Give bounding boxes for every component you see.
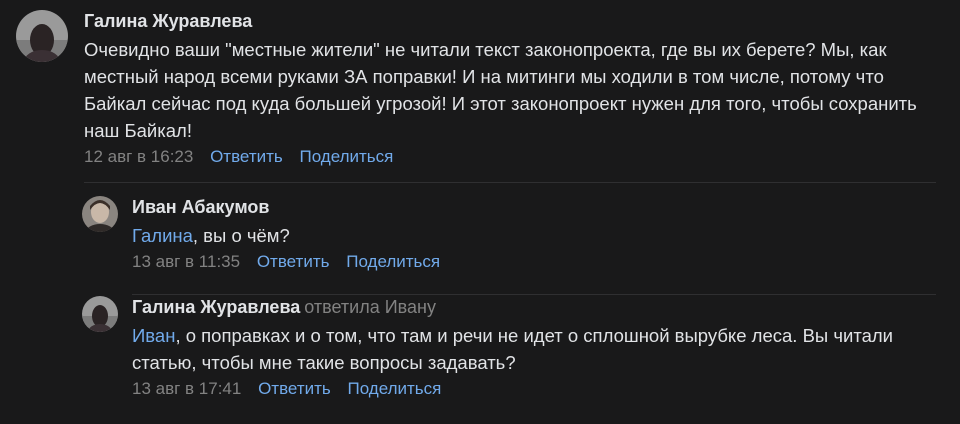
comment-date[interactable]: 13 авг в 17:41: [132, 379, 241, 398]
share-button[interactable]: Поделиться: [347, 379, 441, 398]
comment-date[interactable]: 12 авг в 16:23: [84, 147, 193, 166]
reply-button[interactable]: Ответить: [257, 252, 330, 271]
comment-text-body: , о поправках и о том, что там и речи не…: [132, 325, 893, 373]
comment-meta: 12 авг в 16:23 Ответить Поделиться: [84, 146, 944, 168]
avatar[interactable]: [82, 296, 118, 332]
mention-link[interactable]: Иван: [132, 325, 175, 346]
comment-author[interactable]: Галина Журавлева: [132, 297, 300, 317]
comment-text-body: , вы о чём?: [192, 225, 290, 246]
avatar[interactable]: [16, 10, 68, 62]
comment-text: Иван, о поправках и о том, что там и реч…: [132, 322, 932, 376]
share-button[interactable]: Поделиться: [299, 147, 393, 166]
comment-author[interactable]: Иван Абакумов: [132, 196, 932, 218]
replied-to[interactable]: ответила Ивану: [304, 297, 436, 317]
comment-text: Очевидно ваши "местные жители" не читали…: [84, 39, 917, 141]
reply-comment: Иван Абакумов Галина, вы о чём? 13 авг в…: [82, 196, 942, 273]
comment-text: Галина, вы о чём?: [132, 222, 932, 249]
comment: Галина Журавлева Очевидно ваши "местные …: [16, 10, 946, 168]
divider: [84, 182, 936, 183]
comment-date[interactable]: 13 авг в 11:35: [132, 252, 240, 271]
comment-meta: 13 авг в 11:35 Ответить Поделиться: [132, 251, 932, 273]
reply-comment: Галина Журавлева ответила Ивану Иван, о п…: [82, 296, 942, 400]
mention-link[interactable]: Галина: [132, 225, 193, 246]
comment-meta: 13 авг в 17:41 Ответить Поделиться: [132, 378, 932, 400]
divider: [132, 294, 936, 295]
comment-author-line: Галина Журавлева ответила Ивану: [132, 296, 932, 318]
comment-author[interactable]: Галина Журавлева: [84, 10, 944, 32]
avatar[interactable]: [82, 196, 118, 232]
reply-button[interactable]: Ответить: [210, 147, 283, 166]
reply-button[interactable]: Ответить: [258, 379, 331, 398]
share-button[interactable]: Поделиться: [346, 252, 440, 271]
